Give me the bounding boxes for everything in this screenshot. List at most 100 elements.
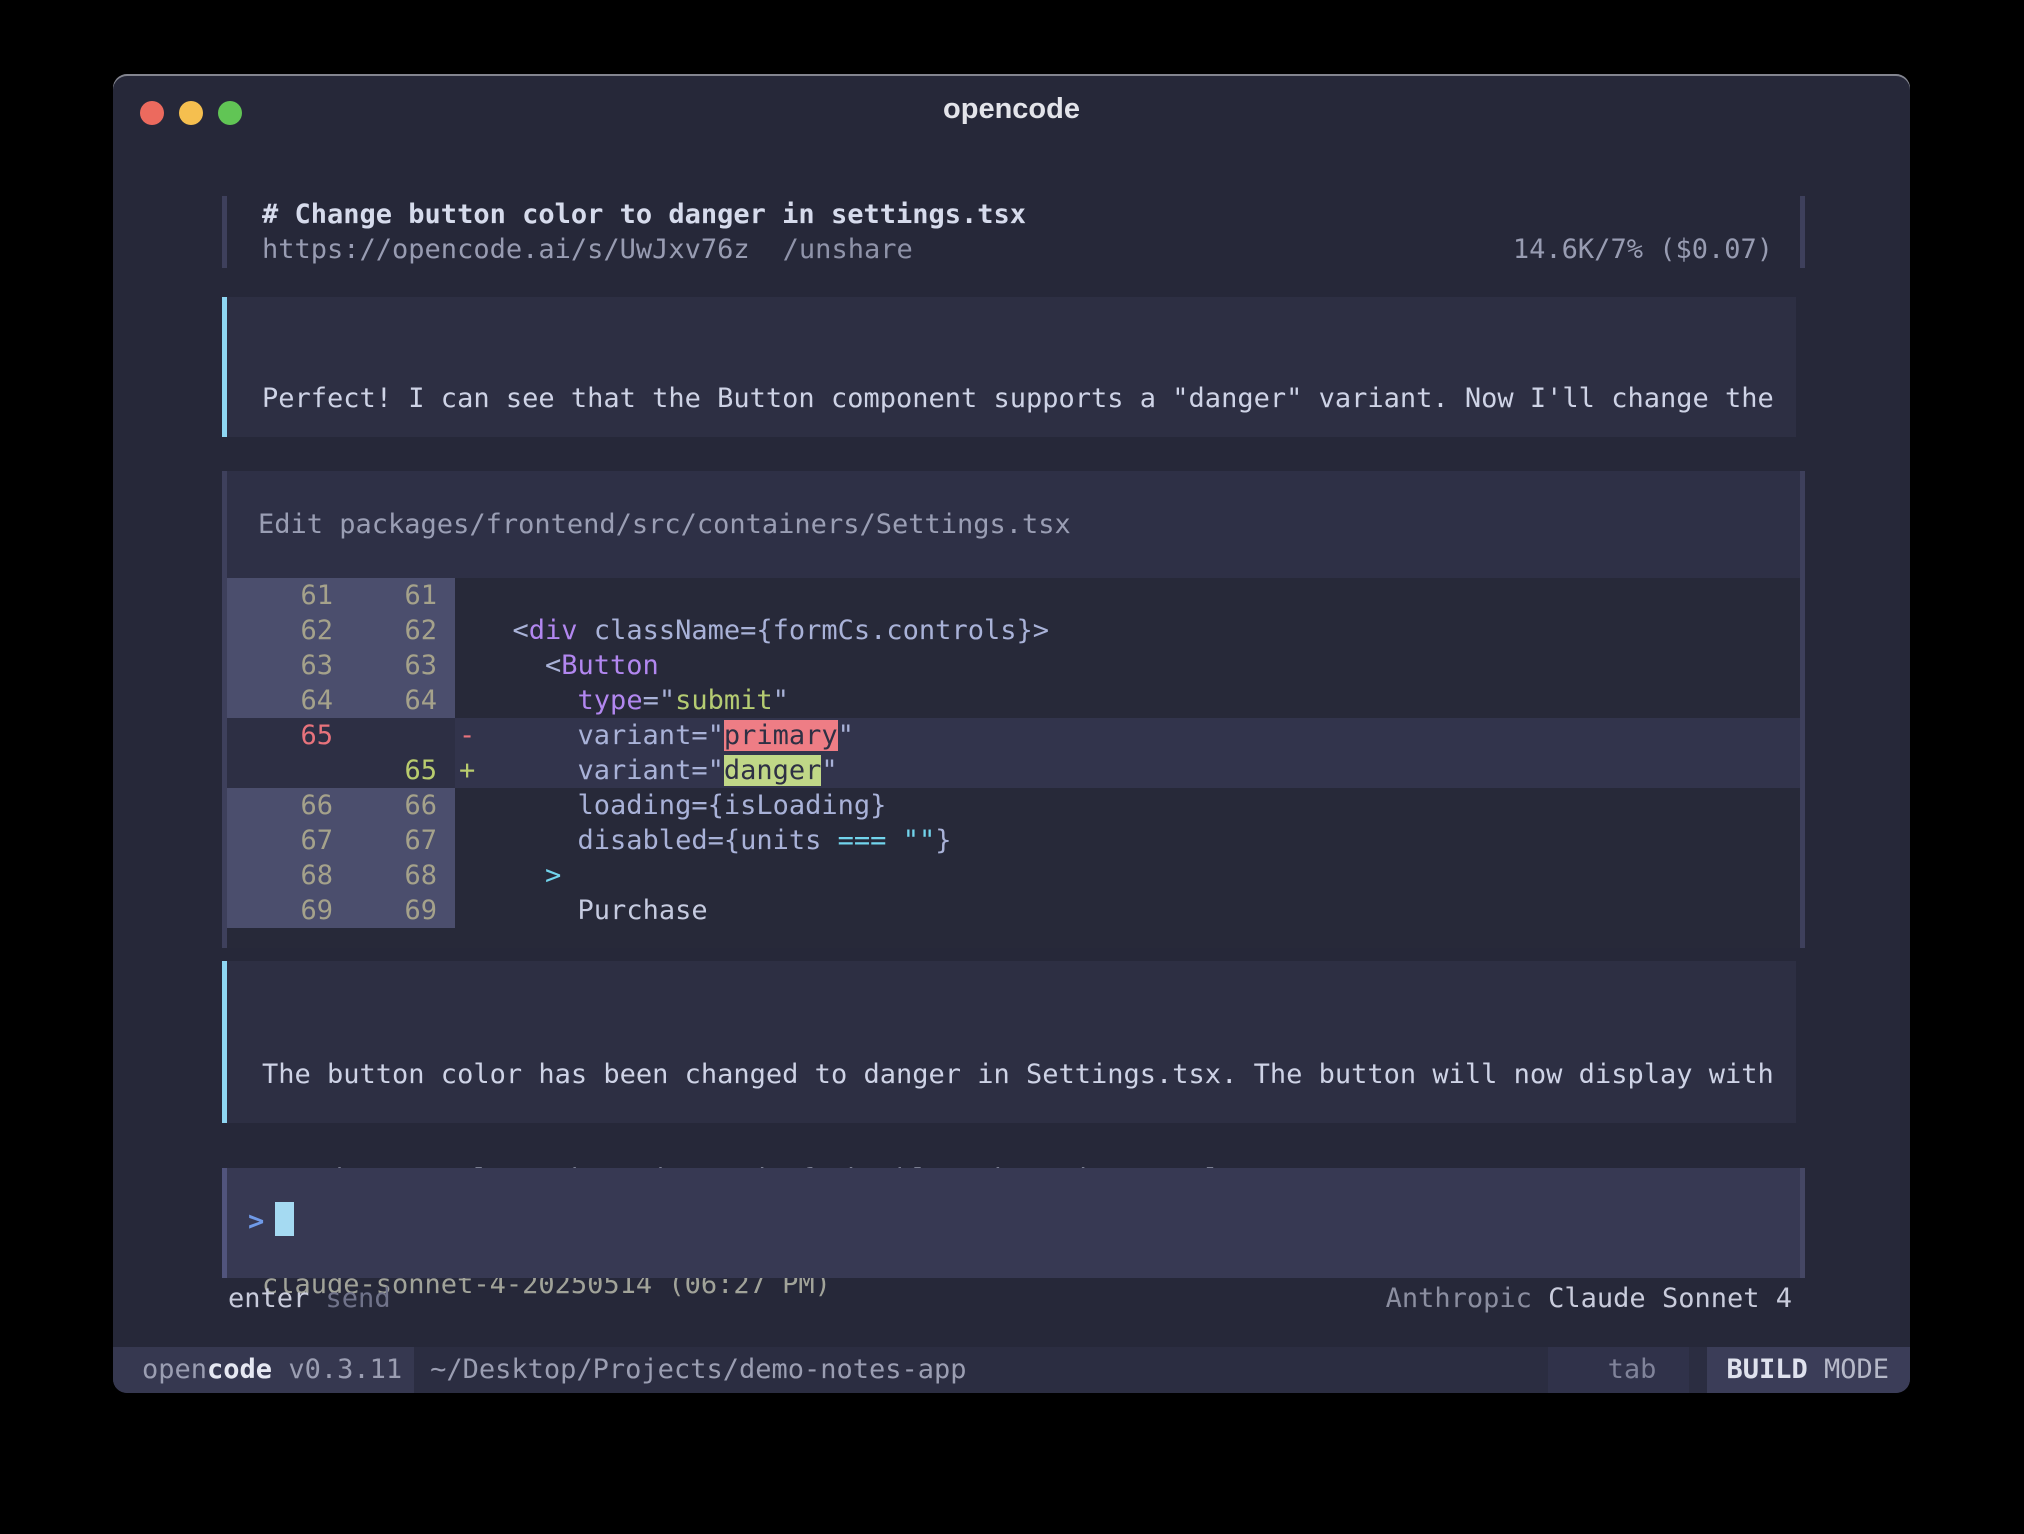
code-line: loading={isLoading} [480,788,886,823]
gutter-pad [437,788,455,823]
gutter-pad [437,683,455,718]
gutter-pad [437,893,455,928]
mode-name: BUILD [1726,1354,1807,1385]
diff-row: 6969 Purchase [227,893,1800,928]
assistant-message: The button color has been changed to dan… [222,961,1796,1123]
gutter-pad [437,858,455,893]
line-number-gutter: 65 [227,753,455,788]
diff-rows: 61616262 <div className={formCs.controls… [227,578,1800,928]
new-line-number: 65 [333,753,437,788]
old-line-number: 62 [227,613,333,648]
mode-label: MODE [1808,1354,1889,1385]
line-number-gutter: 6666 [227,788,455,823]
diff-row: 6262 <div className={formCs.controls}> [227,613,1800,648]
line-number-gutter: 65 [227,718,455,753]
old-line-number: 61 [227,578,333,613]
diff-sign [455,823,480,858]
code-line: Purchase [480,893,708,928]
minimize-window-button[interactable] [179,101,203,125]
text-cursor [275,1202,294,1236]
send-hint: enter send [228,1281,391,1316]
prompt-input[interactable]: > [222,1168,1805,1278]
new-line-number: 61 [333,578,437,613]
statusbar-divider [1689,1347,1707,1393]
send-action-label: send [326,1283,391,1314]
close-window-button[interactable] [140,101,164,125]
diff-sign [455,648,480,683]
code-line: variant="danger" [480,753,838,788]
diff-row: 6666 loading={isLoading} [227,788,1800,823]
app-name-suffix: code [207,1354,272,1385]
diff-sign [455,613,480,648]
diff-row: 65 - variant="primary" [227,718,1800,753]
app-name-prefix: open [142,1354,207,1385]
diff-row: 6868 > [227,858,1800,893]
unshare-command[interactable]: /unshare [783,234,913,265]
gutter-pad [437,718,455,753]
code-line: variant="primary" [480,718,854,753]
model-name: Claude Sonnet 4 [1548,1283,1792,1314]
new-line-number: 62 [333,613,437,648]
line-number-gutter: 6969 [227,893,455,928]
message-line: The button color has been changed to dan… [262,1057,1796,1092]
gutter-pad [437,613,455,648]
send-label [309,1283,325,1314]
code-line: > [480,858,561,893]
model-indicator: Anthropic Claude Sonnet 4 [1386,1281,1792,1316]
gutter-pad [437,648,455,683]
app-version-segment: opencode v0.3.11 [113,1347,414,1393]
code-line: <div className={formCs.controls}> [480,613,1049,648]
code-line: <Button [480,648,659,683]
diff-sign [455,893,480,928]
diff-sign [455,858,480,893]
old-line-number: 69 [227,893,333,928]
traffic-lights [140,101,242,125]
diff-sign [455,788,480,823]
line-number-gutter: 6262 [227,613,455,648]
old-line-number: 65 [227,718,333,753]
message-line: Perfect! I can see that the Button compo… [262,381,1796,416]
terminal-window: opencode # Change button color to danger… [113,74,1910,1393]
new-line-number: 67 [333,823,437,858]
diff-row: 6161 [227,578,1800,613]
diff-row: 6767 disabled={units === ""} [227,823,1800,858]
new-line-number: 68 [333,858,437,893]
app-version: v0.3.11 [272,1354,402,1385]
old-line-number: 63 [227,648,333,683]
new-line-number: 69 [333,893,437,928]
diff-sign: - [455,718,480,753]
new-line-number: 63 [333,648,437,683]
zoom-window-button[interactable] [218,101,242,125]
assistant-message: Perfect! I can see that the Button compo… [222,297,1796,437]
session-header: # Change button color to danger in setti… [222,196,1805,268]
mode-indicator: BUILD MODE [1707,1347,1910,1393]
gutter-pad [437,823,455,858]
new-line-number: 66 [333,788,437,823]
prompt-symbol: > [248,1206,264,1237]
edit-diff-panel: Edit packages/frontend/src/containers/Se… [222,471,1805,948]
tab-key-hint[interactable]: tab [1548,1347,1690,1393]
diff-row: 6464 type="submit" [227,683,1800,718]
new-line-number [333,718,437,753]
diff-row: 65+ variant="danger" [227,753,1800,788]
share-url-link[interactable]: https://opencode.ai/s/UwJxv76z [262,234,750,265]
diff-sign [455,683,480,718]
provider-name: Anthropic [1386,1283,1549,1314]
old-line-number [227,753,333,788]
line-number-gutter: 6464 [227,683,455,718]
gutter-pad [437,578,455,613]
window-title: opencode [113,74,1910,144]
edit-diff-title: Edit packages/frontend/src/containers/Se… [227,471,1800,578]
token-usage: 14.6K/7% ($0.07) [1513,232,1773,267]
statusbar-right: tab BUILD MODE [1548,1347,1910,1393]
enter-key-hint: enter [228,1283,309,1314]
diff-sign [455,578,480,613]
old-line-number: 67 [227,823,333,858]
session-subheader: https://opencode.ai/s/UwJxv76z/unshare 1… [262,232,1773,267]
line-number-gutter: 6161 [227,578,455,613]
old-line-number: 66 [227,788,333,823]
titlebar: opencode [113,74,1910,140]
project-path: ~/Desktop/Projects/demo-notes-app [430,1347,966,1393]
old-line-number: 68 [227,858,333,893]
hint-bar: enter send Anthropic Claude Sonnet 4 [222,1281,1805,1316]
